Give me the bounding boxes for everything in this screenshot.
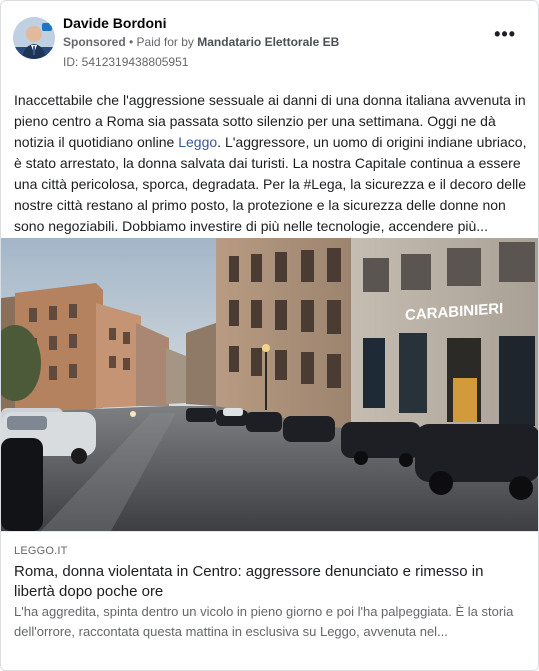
post-header: Davide Bordoni Sponsored • Paid for by M…	[1, 1, 538, 81]
link-headline[interactable]: Roma, donna violentata in Centro: aggres…	[14, 562, 524, 602]
sponsored-label: Sponsored	[63, 35, 126, 49]
ad-card: Davide Bordoni Sponsored • Paid for by M…	[0, 0, 539, 671]
ad-id: ID: 5412319438805951	[63, 55, 189, 69]
link-preview[interactable]: LEGGO.IT Roma, donna violentata in Centr…	[1, 531, 538, 670]
sponsor-line: Sponsored • Paid for by Mandatario Elett…	[63, 35, 339, 49]
paid-for-by[interactable]: Mandatario Elettorale EB	[197, 35, 339, 49]
post-text: Inaccettabile che l'aggressione sessuale…	[14, 90, 529, 237]
post-photo[interactable]: CARABINIERI	[1, 238, 538, 531]
avatar[interactable]	[13, 17, 55, 59]
link-description: L'ha aggredita, spinta dentro un vicolo …	[14, 604, 514, 639]
paid-for-prefix: • Paid for by	[125, 35, 198, 49]
link-domain: LEGGO.IT	[14, 545, 68, 557]
post-text-link[interactable]: Leggo	[178, 134, 217, 150]
more-options-icon[interactable]: •••	[494, 25, 516, 43]
author-name[interactable]: Davide Bordoni	[63, 15, 166, 31]
